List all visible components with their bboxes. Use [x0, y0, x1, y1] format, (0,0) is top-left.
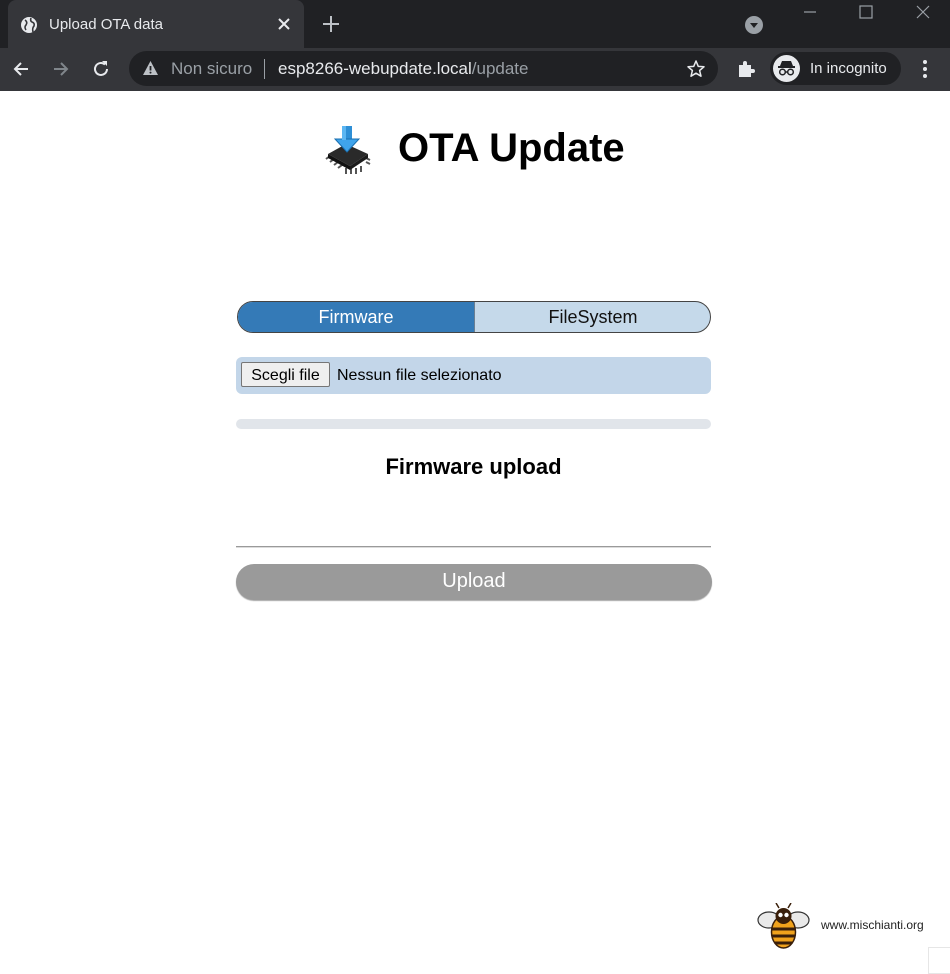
upload-button[interactable]: Upload — [236, 564, 712, 600]
address-separator — [264, 59, 265, 79]
browser-tab[interactable]: Upload OTA data — [8, 0, 304, 48]
more-menu-icon[interactable] — [914, 58, 936, 80]
tab-filesystem[interactable]: FileSystem — [474, 302, 710, 332]
site-link[interactable]: www.mischianti.org — [821, 918, 924, 932]
forward-arrow-icon[interactable] — [50, 58, 72, 80]
url-host: esp8266-webupdate.local — [278, 59, 472, 78]
security-label[interactable]: Non sicuro — [171, 59, 252, 79]
close-tab-icon[interactable] — [274, 14, 294, 34]
browser-toolbar: Non sicuro esp8266-webupdate.local/updat… — [0, 48, 950, 91]
url-path: /update — [471, 59, 529, 78]
corner-widget — [928, 947, 950, 974]
tab-firmware[interactable]: Firmware — [238, 302, 474, 332]
section-title: Firmware upload — [385, 454, 562, 479]
file-input: Scegli file Nessun file selezionato — [236, 357, 711, 394]
warning-icon[interactable] — [142, 60, 159, 77]
bookmark-star-icon[interactable] — [686, 59, 706, 79]
reload-icon[interactable] — [90, 58, 112, 80]
tab-search-icon[interactable] — [744, 15, 764, 35]
incognito-icon — [773, 55, 800, 82]
new-tab-icon[interactable] — [320, 13, 342, 35]
minimize-icon[interactable] — [800, 4, 820, 22]
url-text[interactable]: esp8266-webupdate.local/update — [278, 59, 529, 79]
maximize-icon[interactable] — [856, 4, 876, 22]
choose-file-button[interactable]: Scegli file — [241, 362, 330, 387]
divider — [236, 546, 711, 547]
mode-selector: Firmware FileSystem — [237, 301, 711, 333]
tab-strip: Upload OTA data — [0, 0, 950, 48]
bee-logo-icon[interactable] — [757, 903, 810, 951]
incognito-profile-button[interactable]: In incognito — [770, 52, 901, 85]
chip-download-icon — [325, 126, 371, 174]
address-bar[interactable]: Non sicuro esp8266-webupdate.local/updat… — [129, 51, 718, 86]
extensions-puzzle-icon[interactable] — [735, 58, 757, 80]
incognito-label: In incognito — [810, 60, 887, 77]
page-title: OTA Update — [398, 126, 625, 170]
back-arrow-icon[interactable] — [10, 58, 32, 80]
globe-icon — [21, 17, 37, 33]
upload-progress-bar — [236, 419, 711, 429]
file-status-text: Nessun file selezionato — [337, 367, 502, 384]
close-window-icon[interactable] — [913, 4, 933, 22]
tab-title: Upload OTA data — [49, 16, 163, 33]
